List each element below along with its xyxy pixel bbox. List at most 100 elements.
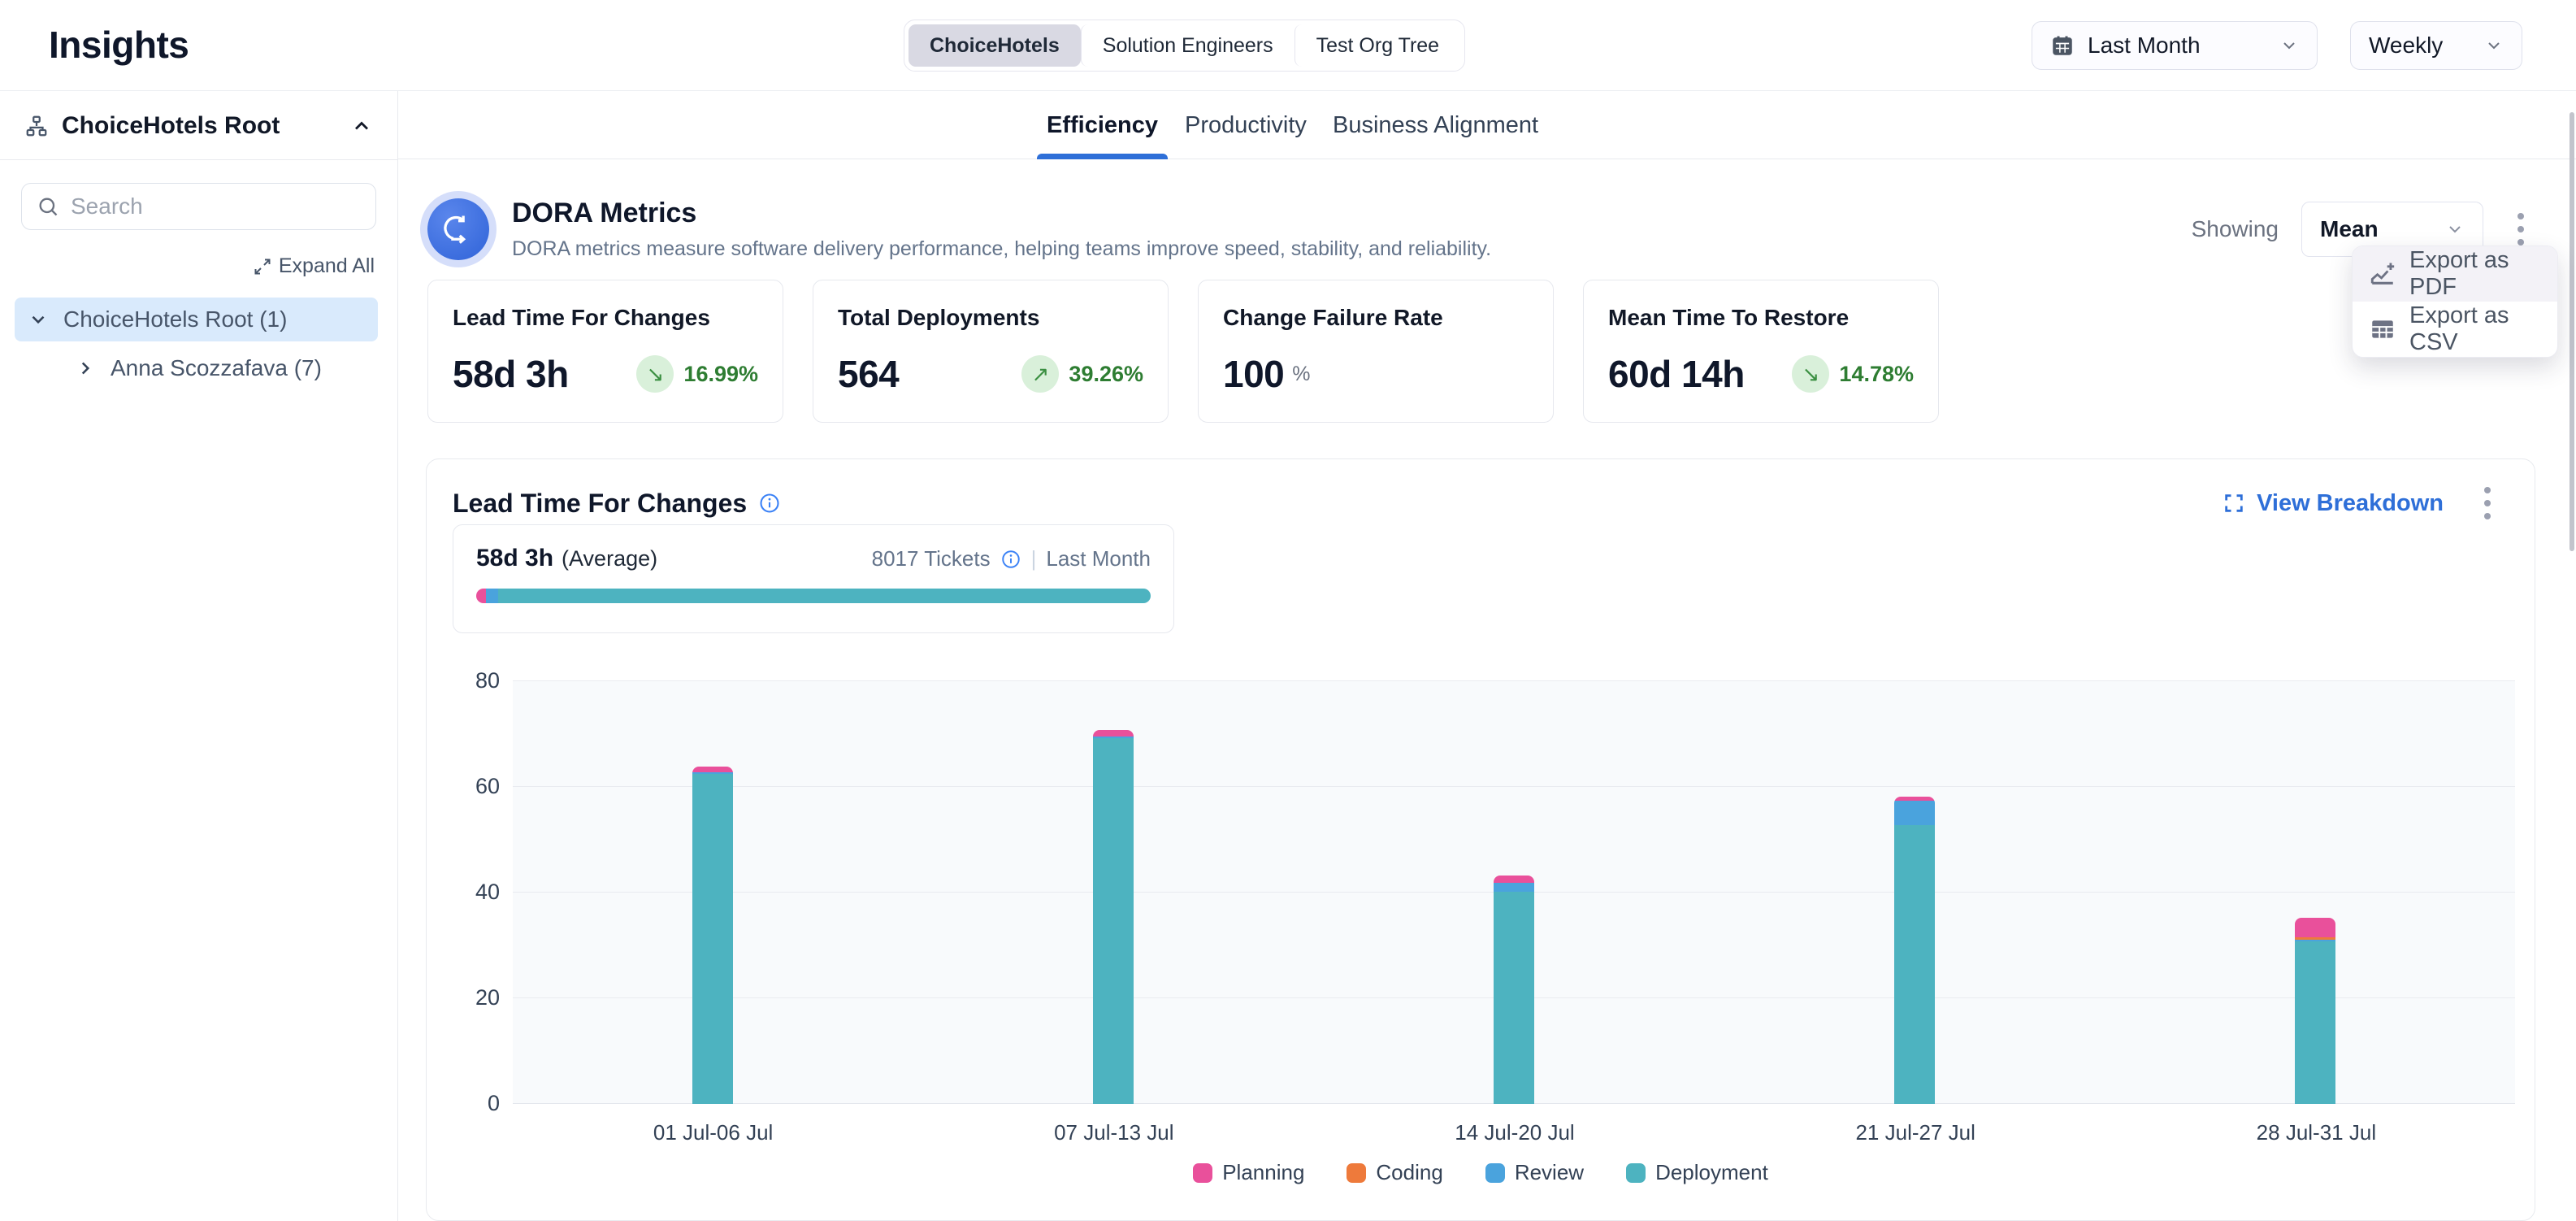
x-axis-label: 21 Jul-27 Jul (1855, 1120, 1975, 1145)
top-right-controls: Last Month Weekly (2032, 21, 2522, 70)
org-tree-icon (24, 114, 49, 138)
legend-item-deployment[interactable]: Deployment (1626, 1160, 1768, 1185)
stacked-bar-28 Jul-31 Jul[interactable] (2295, 918, 2335, 1104)
stacked-bar-07 Jul-13 Jul[interactable] (1093, 730, 1134, 1104)
org-tab-solution-engineers[interactable]: Solution Engineers (1081, 24, 1295, 67)
stacked-bar-chart: 02040608001 Jul-06 Jul07 Jul-13 Jul14 Ju… (427, 459, 2535, 1220)
trend-badge: ↗ 39.26% (1021, 355, 1143, 393)
legend-swatch (1626, 1163, 1646, 1183)
legend-label: Coding (1376, 1160, 1442, 1185)
card-total-deployments: Total Deployments 564 ↗ 39.26% (813, 280, 1169, 423)
tree-item-label: ChoiceHotels Root (1) (63, 306, 287, 332)
dora-title: DORA Metrics (512, 198, 2192, 229)
y-axis-label: 0 (438, 1091, 500, 1116)
tab-business-alignment[interactable]: Business Alignment (1333, 91, 1538, 159)
page-title: Insights (49, 23, 189, 67)
calendar-icon (2050, 33, 2075, 58)
dora-header: DORA Metrics DORA metrics measure softwa… (427, 179, 2535, 280)
main-content: Efficiency Productivity Business Alignme… (398, 91, 2576, 1221)
chevron-down-icon[interactable] (28, 309, 49, 330)
org-sidebar: ChoiceHotels Root Expand All ChoiceHotel… (0, 91, 398, 1221)
tree-item-choicehotels-root[interactable]: ChoiceHotels Root (1) (15, 298, 378, 341)
legend-item-coding[interactable]: Coding (1347, 1160, 1442, 1185)
bar-slot (1714, 681, 2114, 1104)
expand-arrows-icon (253, 257, 272, 276)
trend-down-icon: ↘ (636, 355, 674, 393)
chevron-down-icon (2279, 36, 2299, 55)
metric-cards: Lead Time For Changes 58d 3h ↘ 16.99% To… (427, 280, 1939, 423)
tree-item-anna-scozzafava[interactable]: Anna Scozzafava (7) (0, 346, 397, 390)
menu-item-label: Export as CSV (2409, 302, 2541, 356)
segment-planning (1093, 730, 1134, 737)
scrollbar-thumb[interactable] (2569, 112, 2574, 551)
x-axis-label: 28 Jul-31 Jul (2257, 1120, 2376, 1145)
dora-texts: DORA Metrics DORA metrics measure softwa… (512, 198, 2192, 261)
legend-label: Deployment (1655, 1160, 1768, 1185)
bar-slot (513, 681, 913, 1104)
stacked-bar-21 Jul-27 Jul[interactable] (1894, 797, 1935, 1104)
segment-deployment (2295, 941, 2335, 1104)
y-axis-label: 20 (438, 985, 500, 1010)
org-tab-choicehotels[interactable]: ChoiceHotels (909, 24, 1081, 67)
active-tab-underline (1037, 154, 1168, 159)
tree-item-label: Anna Scozzafava (7) (111, 355, 322, 381)
y-axis-label: 60 (438, 774, 500, 799)
org-switcher: ChoiceHotels Solution Engineers Test Org… (904, 20, 1465, 72)
expand-all-button[interactable]: Expand All (0, 254, 375, 278)
expand-all-label: Expand All (279, 254, 375, 278)
lead-time-chart-card: Lead Time For Changes View Breakdown (426, 458, 2535, 1221)
card-lead-time-for-changes: Lead Time For Changes 58d 3h ↘ 16.99% (427, 280, 783, 423)
segment-review (1494, 883, 1534, 892)
legend-swatch (1347, 1163, 1366, 1183)
export-csv-menu-item[interactable]: Export as CSV (2353, 302, 2557, 357)
metric-value: 100 (1223, 352, 1284, 396)
metric-unit: % (1292, 363, 1310, 386)
stacked-bar-01 Jul-06 Jul[interactable] (692, 767, 733, 1104)
collapse-chevron-up-icon[interactable] (350, 115, 373, 137)
plot-area (513, 681, 2515, 1104)
chevron-right-icon[interactable] (75, 358, 96, 379)
chart-export-icon (2369, 260, 2396, 288)
legend-swatch (1485, 1163, 1505, 1183)
vertical-scrollbar[interactable] (2568, 91, 2576, 1221)
bar-slot (1314, 681, 1715, 1104)
org-tab-test-org-tree[interactable]: Test Org Tree (1295, 24, 1460, 67)
x-axis-label: 14 Jul-20 Jul (1455, 1120, 1574, 1145)
sidebar-title: ChoiceHotels Root (62, 112, 337, 140)
segment-planning (1494, 876, 1534, 883)
trend-badge: ↘ 16.99% (636, 355, 758, 393)
segment-deployment (692, 774, 733, 1104)
segment-deployment (1093, 738, 1134, 1104)
org-tree: ChoiceHotels Root (1) Anna Scozzafava (7… (0, 298, 397, 390)
export-pdf-menu-item[interactable]: Export as PDF (2353, 246, 2557, 302)
y-axis-label: 80 (438, 668, 500, 693)
chart-legend: Planning Coding Review Deployment (427, 1160, 2535, 1185)
main-tabs: Efficiency Productivity Business Alignme… (398, 91, 2576, 159)
x-axis-label: 07 Jul-13 Jul (1054, 1120, 1173, 1145)
stacked-bar-14 Jul-20 Jul[interactable] (1494, 876, 1534, 1104)
trend-badge: ↘ 14.78% (1792, 355, 1914, 393)
delta-value: 16.99% (683, 362, 758, 387)
tab-productivity[interactable]: Productivity (1185, 91, 1307, 159)
dora-cycle-icon (427, 198, 489, 260)
tab-efficiency[interactable]: Efficiency (1047, 91, 1158, 159)
search-input[interactable] (71, 193, 361, 219)
legend-item-planning[interactable]: Planning (1193, 1160, 1304, 1185)
sidebar-search (21, 183, 376, 230)
search-icon (37, 195, 59, 218)
chevron-down-icon (2445, 219, 2465, 239)
showing-label: Showing (2192, 216, 2279, 242)
granularity-value: Weekly (2369, 33, 2443, 59)
metric-value: 58d 3h (453, 352, 569, 396)
segment-review (1894, 801, 1935, 825)
menu-item-label: Export as PDF (2409, 247, 2541, 301)
chevron-down-icon (2484, 36, 2504, 55)
granularity-select[interactable]: Weekly (2350, 21, 2522, 70)
delta-value: 14.78% (1839, 362, 1914, 387)
legend-item-review[interactable]: Review (1485, 1160, 1584, 1185)
table-icon (2369, 315, 2396, 343)
sidebar-header[interactable]: ChoiceHotels Root (0, 91, 397, 160)
date-range-select[interactable]: Last Month (2032, 21, 2318, 70)
dora-description: DORA metrics measure software delivery p… (512, 237, 2192, 261)
aggregation-value: Mean (2320, 216, 2379, 242)
